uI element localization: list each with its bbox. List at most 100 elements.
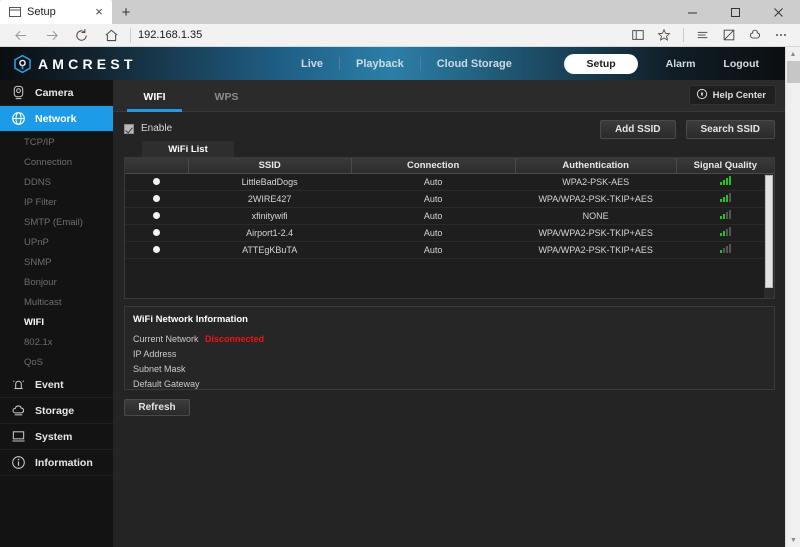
sidebar-item-ddns[interactable]: DDNS — [0, 172, 113, 192]
information-icon — [11, 455, 26, 470]
radio-icon[interactable] — [153, 195, 160, 202]
browser-toolbar-icons — [625, 24, 794, 46]
nav-playback[interactable]: Playback — [340, 58, 420, 70]
sidebar-item-8021x[interactable]: 802.1x — [0, 332, 113, 352]
wifi-list-table: SSID Connection Authentication Signal Qu… — [125, 158, 774, 259]
nav-cloud-storage[interactable]: Cloud Storage — [421, 58, 528, 70]
page-scrollbar[interactable]: ▲ ▼ — [785, 47, 800, 547]
hub-icon[interactable] — [690, 24, 716, 46]
sidebar-item-event[interactable]: Event — [0, 372, 113, 398]
browser-window: Setup × + 19 — [0, 0, 800, 547]
forward-arrow-icon[interactable] — [36, 24, 66, 46]
row-select-radio[interactable] — [125, 207, 188, 224]
favorites-star-icon[interactable] — [651, 24, 677, 46]
sidebar-item-smtp-email[interactable]: SMTP (Email) — [0, 212, 113, 232]
scroll-up-icon[interactable]: ▲ — [786, 47, 800, 61]
minimize-button[interactable] — [671, 0, 714, 24]
sidebar-item-connection[interactable]: Connection — [0, 152, 113, 172]
page-scrollbar-thumb[interactable] — [787, 61, 800, 83]
table-row[interactable]: Airport1-2.4AutoWPA/WPA2-PSK-TKIP+AES — [125, 224, 774, 241]
row-select-radio[interactable] — [125, 241, 188, 258]
sidebar-item-wifi[interactable]: WIFI — [0, 312, 113, 332]
sidebar-sublabel: DDNS — [24, 177, 51, 188]
signal-bars-icon — [720, 227, 731, 236]
address-divider — [130, 28, 131, 43]
table-row[interactable]: ATTEgKBuTAAutoWPA/WPA2-PSK-TKIP+AES — [125, 241, 774, 258]
sidebar-item-snmp[interactable]: SNMP — [0, 252, 113, 272]
cell-connection: Auto — [351, 207, 515, 224]
radio-icon[interactable] — [153, 246, 160, 253]
reading-list-icon[interactable] — [625, 24, 651, 46]
page-viewport: AMCREST Live Playback Cloud Storage Setu… — [0, 47, 800, 547]
cell-ssid: ATTEgKBuTA — [188, 241, 351, 258]
sidebar-item-upnp[interactable]: UPnP — [0, 232, 113, 252]
sidebar-item-multicast[interactable]: Multicast — [0, 292, 113, 312]
sidebar-item-ip-filter[interactable]: IP Filter — [0, 192, 113, 212]
maximize-button[interactable] — [714, 0, 757, 24]
amcrest-logo-icon — [14, 55, 31, 73]
ssid-actions: Add SSID Search SSID — [600, 120, 775, 139]
notes-icon[interactable] — [716, 24, 742, 46]
header-nav: Live Playback Cloud Storage — [285, 47, 528, 80]
table-row[interactable]: xfinitywifiAutoNONE — [125, 207, 774, 224]
row-select-radio[interactable] — [125, 190, 188, 207]
sidebar-item-storage[interactable]: Storage — [0, 398, 113, 424]
col-authentication: Authentication — [515, 158, 676, 173]
sidebar-sublabel: Multicast — [24, 297, 61, 308]
sidebar: Camera Network TCP/IP Connection DDNS IP… — [0, 80, 113, 547]
radio-icon[interactable] — [153, 229, 160, 236]
col-connection: Connection — [351, 158, 515, 173]
wifi-list-tab[interactable]: WiFi List — [142, 141, 234, 157]
nav-alarm[interactable]: Alarm — [652, 58, 710, 70]
row-select-radio[interactable] — [125, 224, 188, 241]
table-row[interactable]: LittleBadDogsAutoWPA2-PSK-AES — [125, 173, 774, 190]
amcrest-logo: AMCREST — [0, 55, 137, 73]
scroll-down-icon[interactable]: ▼ — [786, 533, 800, 547]
sidebar-item-tcpip[interactable]: TCP/IP — [0, 132, 113, 152]
sidebar-item-qos[interactable]: QoS — [0, 352, 113, 372]
tab-wps[interactable]: WPS — [199, 91, 254, 111]
cell-authentication: WPA2-PSK-AES — [515, 173, 676, 190]
close-window-button[interactable] — [757, 0, 800, 24]
sidebar-item-bonjour[interactable]: Bonjour — [0, 272, 113, 292]
browser-tabstrip: Setup × + — [0, 0, 800, 24]
tab-wifi[interactable]: WIFI — [127, 91, 182, 111]
cell-authentication: WPA/WPA2-PSK-TKIP+AES — [515, 241, 676, 258]
info-row-current-network: Current Network Disconnected — [133, 331, 774, 346]
wifi-panel: Enable Add SSID Search SSID WiFi List — [113, 112, 785, 547]
cell-authentication: WPA/WPA2-PSK-TKIP+AES — [515, 224, 676, 241]
help-center-button[interactable]: Help Center — [689, 85, 776, 105]
row-select-radio[interactable] — [125, 173, 188, 190]
add-ssid-button[interactable]: Add SSID — [600, 120, 676, 139]
nav-live[interactable]: Live — [285, 58, 339, 70]
new-tab-button[interactable]: + — [112, 0, 140, 24]
table-scrollbar-thumb[interactable] — [765, 175, 773, 288]
browser-tab[interactable]: Setup × — [0, 0, 112, 24]
more-icon[interactable] — [768, 24, 794, 46]
search-ssid-button[interactable]: Search SSID — [686, 120, 775, 139]
radio-icon[interactable] — [153, 178, 160, 185]
sidebar-item-system[interactable]: System — [0, 424, 113, 450]
help-center-label: Help Center — [713, 90, 766, 101]
toolbar-divider — [683, 28, 684, 42]
table-scrollbar[interactable] — [764, 174, 774, 298]
share-icon[interactable] — [742, 24, 768, 46]
nav-setup[interactable]: Setup — [564, 54, 637, 74]
radio-icon[interactable] — [153, 212, 160, 219]
info-title: WiFi Network Information — [133, 314, 774, 325]
app-header: AMCREST Live Playback Cloud Storage Setu… — [0, 47, 785, 80]
refresh-row: Refresh — [124, 399, 775, 416]
refresh-button[interactable]: Refresh — [124, 399, 190, 416]
sidebar-item-information[interactable]: Information — [0, 450, 113, 476]
table-row[interactable]: 2WIRE427AutoWPA/WPA2-PSK-TKIP+AES — [125, 190, 774, 207]
current-network-status: Disconnected — [205, 334, 264, 344]
close-icon[interactable]: × — [92, 5, 106, 19]
back-arrow-icon[interactable] — [6, 24, 36, 46]
refresh-icon[interactable] — [66, 24, 96, 46]
home-icon[interactable] — [96, 24, 126, 46]
enable-checkbox[interactable] — [124, 124, 134, 134]
sidebar-item-camera[interactable]: Camera — [0, 80, 113, 106]
sidebar-item-network[interactable]: Network — [0, 106, 113, 132]
address-bar[interactable]: 192.168.1.35 — [138, 24, 625, 46]
nav-logout[interactable]: Logout — [709, 58, 773, 70]
